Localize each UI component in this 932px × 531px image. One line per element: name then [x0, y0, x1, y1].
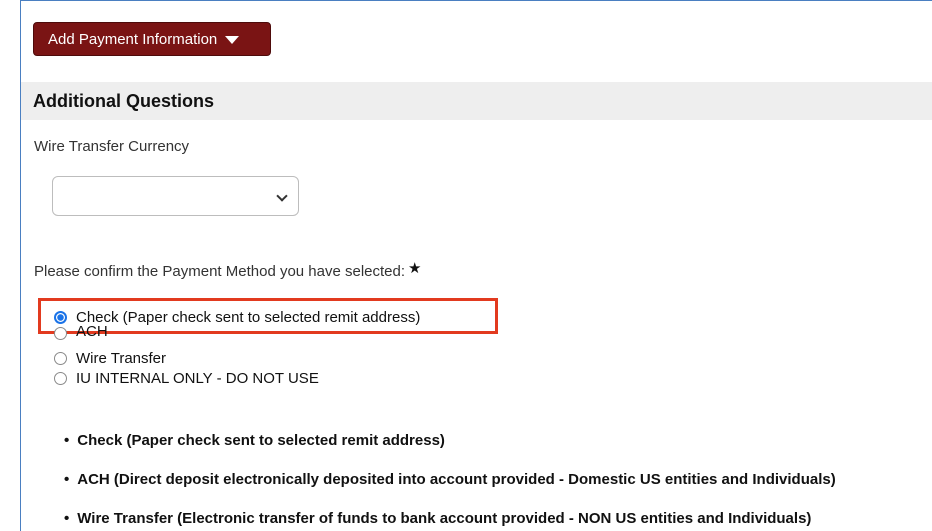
section-title: Additional Questions [33, 90, 215, 111]
currency-field-label: Wire Transfer Currency [34, 138, 190, 155]
currency-select[interactable] [52, 176, 299, 216]
radio-option-wire-transfer[interactable]: Wire Transfer [54, 349, 166, 367]
radio-button-checked[interactable] [54, 310, 67, 324]
radio-option-label: Wire Transfer [76, 349, 167, 367]
radio-option-label: IU INTERNAL ONLY - DO NOT USE [76, 369, 319, 387]
add-payment-button-label: Add Payment Information [48, 30, 218, 48]
chevron-down-icon [276, 190, 288, 202]
section-header: Additional Questions [21, 82, 932, 120]
radio-option-label: Check (Paper check sent to selected remi… [76, 308, 421, 326]
description-wire-transfer: Wire Transfer (Electronic transfer of fu… [64, 510, 811, 527]
description-ach: ACH (Direct deposit electronically depos… [64, 471, 835, 488]
radio-button[interactable] [54, 351, 67, 365]
description-check: Check (Paper check sent to selected remi… [64, 432, 445, 449]
radio-button[interactable] [54, 371, 67, 385]
radio-option-check[interactable]: Check (Paper check sent to selected remi… [54, 308, 420, 326]
radio-option-label: ACH [76, 326, 108, 340]
add-payment-information-button[interactable]: Add Payment Information [33, 22, 271, 56]
radio-option-ach[interactable]: ACH [54, 326, 108, 340]
radio-button[interactable] [54, 327, 67, 340]
required-star-icon: ★ [408, 260, 422, 277]
radio-option-iu-internal[interactable]: IU INTERNAL ONLY - DO NOT USE [54, 369, 319, 387]
caret-down-icon [225, 36, 240, 44]
payment-method-question: Please confirm the Payment Method you ha… [34, 260, 422, 280]
payment-method-question-text: Please confirm the Payment Method you ha… [34, 263, 406, 280]
